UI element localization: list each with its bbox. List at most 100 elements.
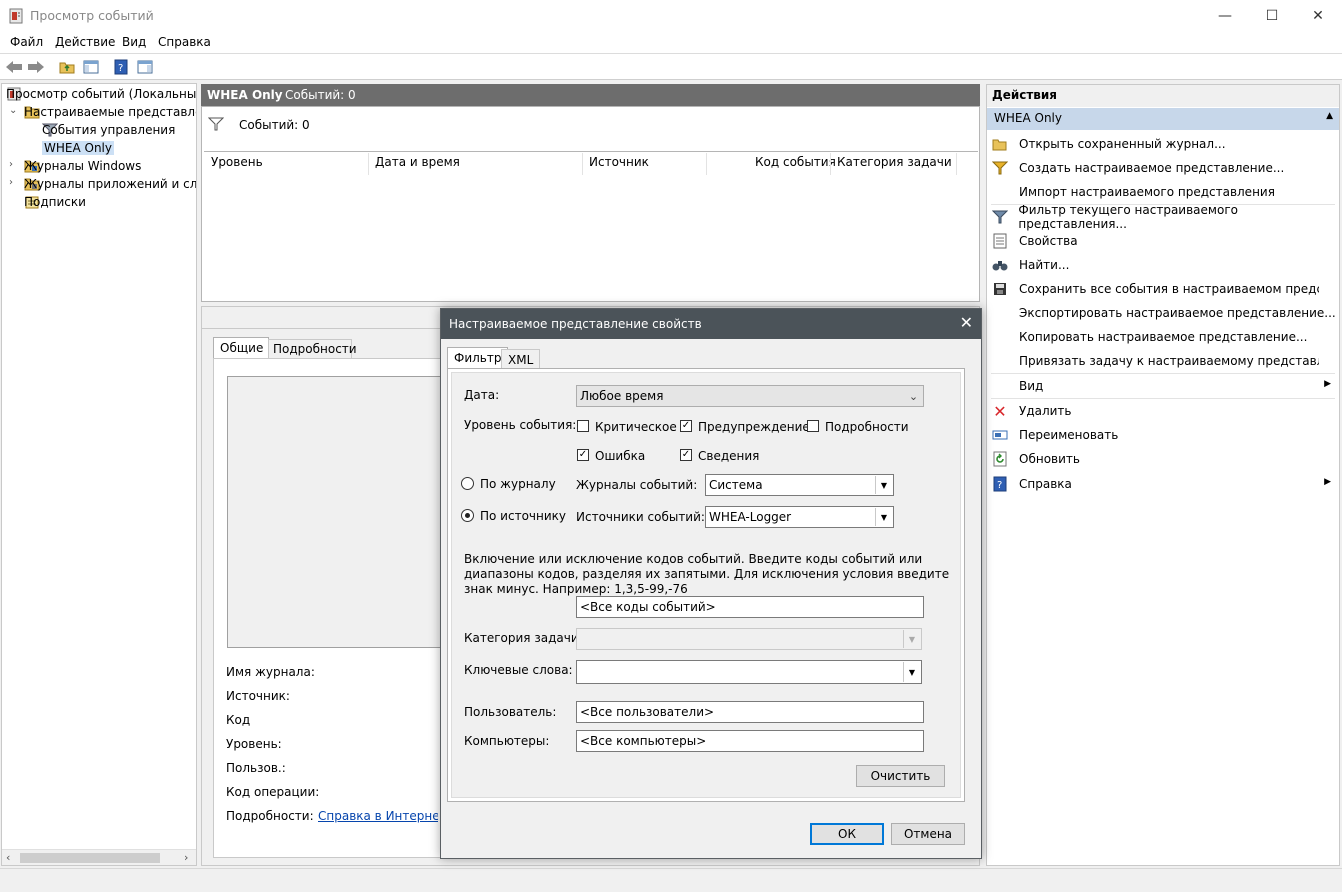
column-header-task-category[interactable]: Категория задачи [837,155,952,175]
event-ids-input[interactable]: <Все коды событий> [576,596,924,618]
checkbox-critical[interactable] [577,420,589,432]
blank-icon [991,329,1009,345]
back-arrow-icon[interactable] [4,57,24,77]
maximize-button[interactable]: ☐ [1249,0,1295,32]
column-separator[interactable] [956,153,957,175]
menu-view[interactable]: Вид [122,35,146,49]
clear-button[interactable]: Очистить [856,765,945,787]
tab-details[interactable]: Подробности [268,339,357,359]
checkbox-verbose[interactable] [807,420,819,432]
menu-file[interactable]: Файл [10,35,43,49]
minimize-button[interactable]: — [1202,0,1248,32]
tree-item-app-logs[interactable]: Журналы приложений и служб [24,175,196,193]
menu-action[interactable]: Действие [55,35,115,49]
dialog-close-icon[interactable]: ✕ [960,313,973,332]
view-event-count: Событий: 0 [285,88,356,102]
detail-label-user: Пользов.: [226,761,286,775]
action-label: Сохранить все события в настраиваемом пр… [1019,282,1319,296]
menu-bar: Файл Действие Вид Справка [0,32,1342,54]
detail-label-opcode: Код операции: [226,785,320,799]
action-save-all-events[interactable]: Сохранить все события в настраиваемом пр… [987,278,1339,300]
checkbox-warning[interactable]: ✓ [680,420,692,432]
tree-horizontal-scrollbar[interactable]: ‹ › [2,849,196,865]
chevron-down-icon[interactable]: ⌄ [9,105,17,116]
critical-label: Критическое [595,420,677,434]
checkbox-error[interactable]: ✓ [577,449,589,461]
column-header-level[interactable]: Уровень [211,155,263,175]
tree-item-label: WHEA Only [42,141,114,155]
error-label: Ошибка [595,449,646,463]
action-refresh[interactable]: Обновить [987,448,1339,470]
action-label: Найти... [1019,258,1070,272]
show-hide-action-pane-icon[interactable] [135,57,155,77]
column-separator[interactable] [830,153,831,175]
tree-item-custom-views[interactable]: Настраиваемые представления [24,103,196,121]
chevron-right-icon[interactable]: › [9,177,13,188]
checkbox-information[interactable]: ✓ [680,449,692,461]
tree-item-whea-only[interactable]: WHEA Only [42,139,196,157]
event-sources-select[interactable]: WHEA-Logger ▼ [705,506,894,528]
tree-item-windows-logs[interactable]: Журналы Windows [24,157,196,175]
tab-xml[interactable]: XML [501,349,541,369]
event-ids-value: <Все коды событий> [580,600,716,614]
scrollbar-thumb[interactable] [20,853,160,863]
radio-by-source[interactable] [461,509,474,522]
column-separator[interactable] [582,153,583,175]
tree-item-admin-events[interactable]: События управления [42,121,196,139]
action-copy-custom-view[interactable]: Копировать настраиваемое представление..… [987,326,1339,348]
scroll-right-icon[interactable]: › [184,851,188,864]
action-attach-task[interactable]: Привязать задачу к настраиваемому предст… [987,350,1339,372]
tree-root-label: Просмотр событий (Локальный) [6,87,196,101]
action-properties[interactable]: Свойства [987,230,1339,252]
action-delete[interactable]: ✕ Удалить [987,400,1339,422]
action-create-custom-view[interactable]: Создать настраиваемое представление... [987,157,1339,179]
show-hide-tree-icon[interactable] [81,57,101,77]
radio-by-log[interactable] [461,477,474,490]
computers-input[interactable]: <Все компьютеры> [576,730,924,752]
column-separator[interactable] [368,153,369,175]
collapse-up-icon[interactable]: ▲ [1326,111,1333,121]
event-logs-select[interactable]: Система ▼ [705,474,894,496]
chevron-right-icon[interactable]: › [9,159,13,170]
tab-general[interactable]: Общие [213,337,269,359]
keywords-select[interactable]: ▼ [576,660,922,684]
date-select[interactable]: Любое время ⌄ [576,385,924,407]
user-value: <Все пользователи> [580,705,715,719]
action-open-saved-log[interactable]: Открыть сохраненный журнал... [987,133,1339,155]
cancel-button[interactable]: Отмена [891,823,965,845]
tree-item-subscriptions[interactable]: Подписки [24,193,196,211]
ok-button[interactable]: ОК [810,823,884,845]
dropdown-arrow-icon: ▼ [903,662,920,682]
action-label: Экспортировать настраиваемое представлен… [1019,306,1336,320]
column-header-datetime[interactable]: Дата и время [375,155,460,175]
user-input[interactable]: <Все пользователи> [576,701,924,723]
action-view[interactable]: Вид ▶ [987,375,1339,397]
action-filter-current-view[interactable]: Фильтр текущего настраиваемого представл… [987,203,1339,231]
binoculars-icon [991,257,1009,273]
action-export-custom-view[interactable]: Экспортировать настраиваемое представлен… [987,302,1339,324]
action-import-custom-view[interactable]: Импорт настраиваемого представления [987,181,1339,203]
task-category-select[interactable]: ▼ [576,628,922,650]
online-help-link[interactable]: Справка в Интернете журнала событий [318,809,438,823]
chevron-down-icon: ⌄ [908,389,919,403]
action-label: Удалить [1019,404,1072,418]
scroll-left-icon[interactable]: ‹ [6,851,10,864]
action-rename[interactable]: Переименовать [987,424,1339,446]
column-header-source[interactable]: Источник [589,155,649,175]
column-separator[interactable] [706,153,707,175]
actions-subheader[interactable]: WHEA Only ▲ [987,108,1339,130]
forward-arrow-icon[interactable] [26,57,46,77]
action-help[interactable]: ? Справка ▶ [987,473,1339,495]
custom-view-properties-dialog: Настраиваемое представление свойств ✕ Фи… [440,308,982,859]
center-header: WHEA Only Событий: 0 [201,84,980,106]
tree-root[interactable]: Просмотр событий (Локальный) [6,85,196,103]
column-header-event-id[interactable]: Код события [755,155,836,175]
help-icon[interactable]: ? [111,57,131,77]
menu-help[interactable]: Справка [158,35,211,49]
save-icon [991,281,1009,297]
tab-filter[interactable]: Фильтр [447,347,509,369]
blank-icon [991,305,1009,321]
action-find[interactable]: Найти... [987,254,1339,276]
close-button[interactable]: ✕ [1295,0,1341,32]
folder-up-icon[interactable] [57,57,77,77]
